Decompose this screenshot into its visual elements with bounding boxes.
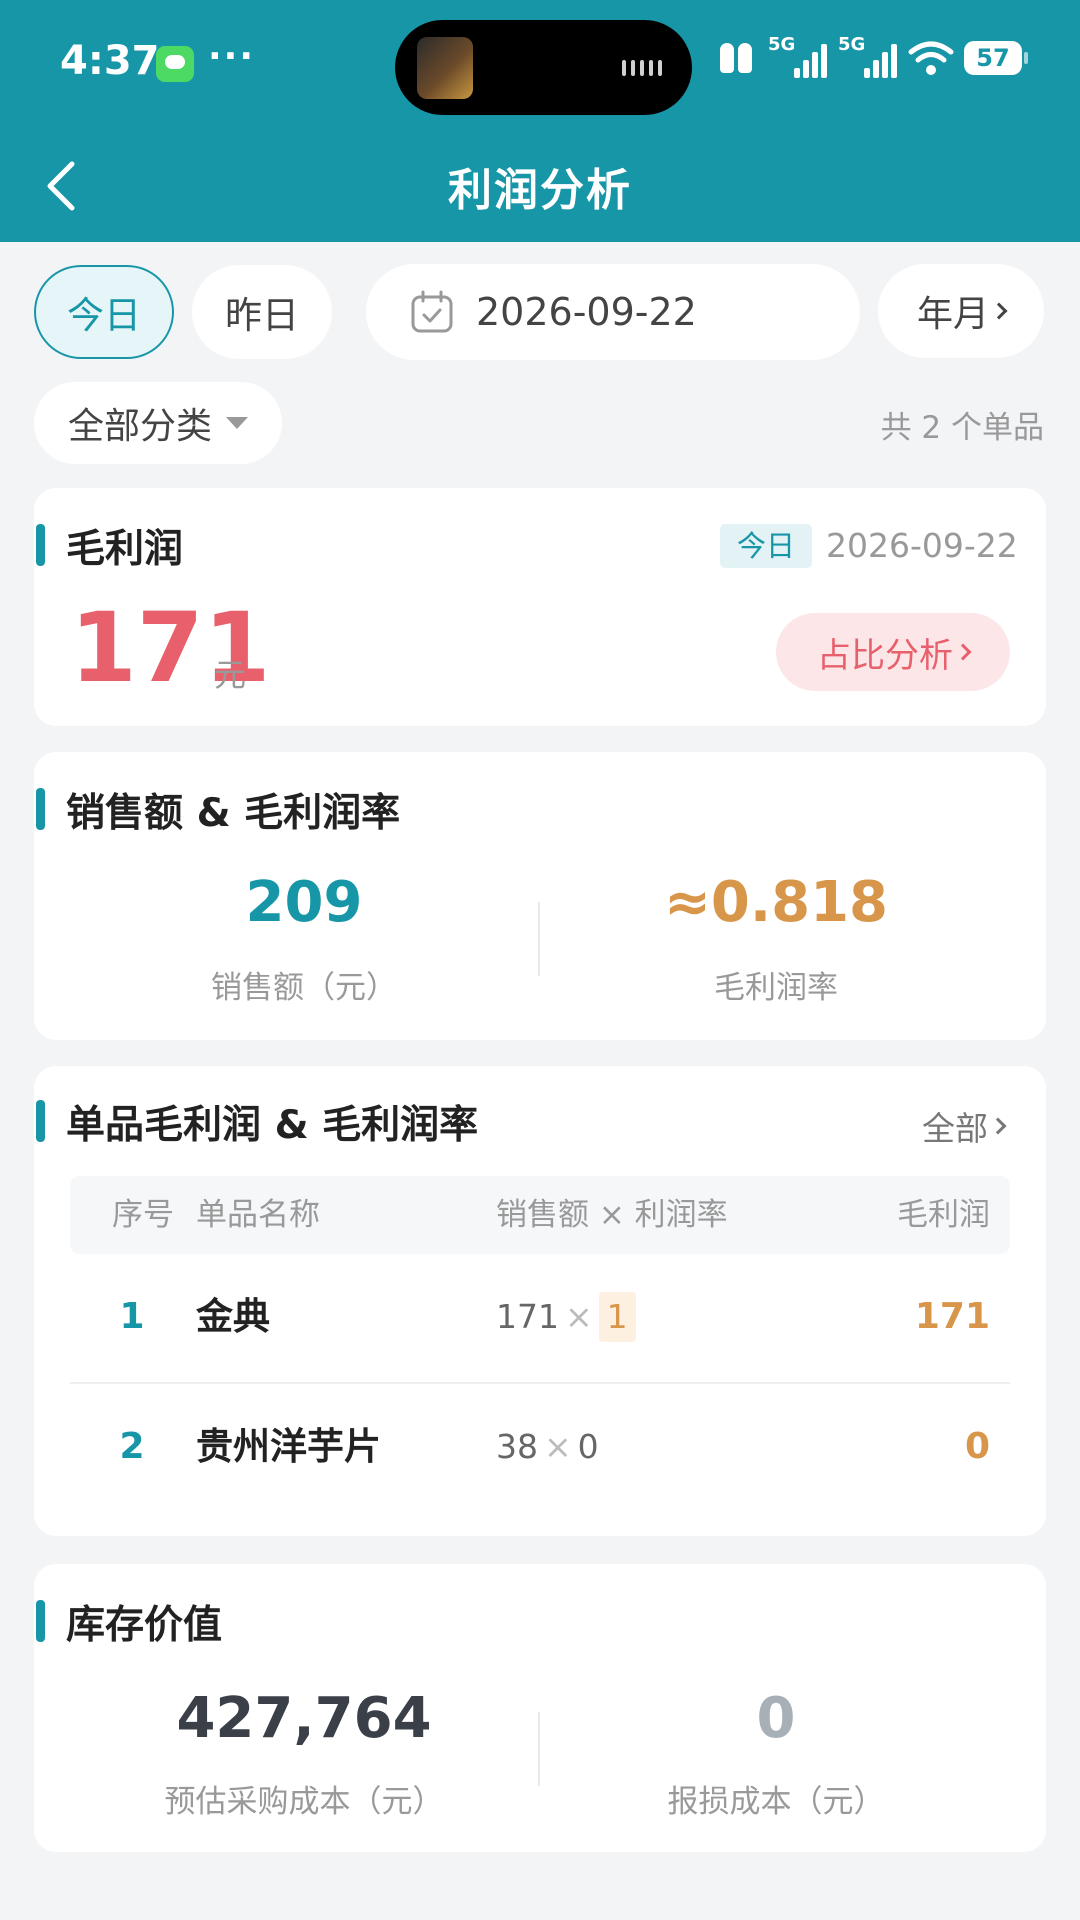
wifi-icon bbox=[908, 38, 954, 78]
calendar-icon bbox=[411, 290, 453, 333]
header-calc: 销售额 × 利润率 bbox=[496, 1197, 728, 1233]
album-art-icon bbox=[417, 37, 473, 99]
signal-2-icon: 5G bbox=[838, 34, 898, 80]
header-name: 单品名称 bbox=[196, 1197, 320, 1233]
chevron-right-icon bbox=[954, 643, 972, 661]
header-profit: 毛利润 bbox=[897, 1197, 990, 1233]
year-month-label: 年月 bbox=[916, 294, 989, 335]
row-calc: 38 × 0 bbox=[496, 1427, 599, 1466]
gross-profit-date: 2026-09-22 bbox=[826, 526, 1018, 565]
chevron-right-icon bbox=[989, 1117, 1007, 1135]
category-dropdown[interactable]: 全部分类 bbox=[34, 382, 282, 464]
ratio-analysis-button[interactable]: 占比分析 bbox=[776, 613, 1010, 691]
battery-icon: 57 bbox=[964, 41, 1028, 75]
margin-value: ≈0.818 bbox=[663, 870, 889, 935]
status-bar: 4:37 ··· 5G 5G 57 bbox=[0, 0, 1080, 130]
more-dots-icon: ··· bbox=[208, 36, 256, 77]
earbuds-icon bbox=[714, 39, 758, 77]
page-title: 利润分析 bbox=[448, 165, 632, 216]
row-calc: 171 × 1 bbox=[496, 1254, 636, 1380]
audio-wave-icon bbox=[622, 60, 662, 76]
item-count: 共 2 个单品 bbox=[880, 410, 1044, 446]
chevron-right-icon bbox=[990, 302, 1008, 320]
sales-label: 销售额（元） bbox=[211, 970, 397, 1006]
loss-cost-value: 0 bbox=[756, 1686, 796, 1751]
status-time: 4:37 bbox=[60, 38, 160, 84]
yesterday-tab[interactable]: 昨日 bbox=[192, 265, 332, 359]
table-row[interactable]: 1 金典 171 × 1 171 bbox=[70, 1254, 1010, 1380]
gross-profit-unit: 元 bbox=[214, 656, 247, 694]
view-all-link[interactable]: 全部 bbox=[922, 1102, 1007, 1150]
sales-value: 209 bbox=[245, 870, 363, 935]
purchase-cost-label: 预估采购成本（元） bbox=[164, 1784, 444, 1820]
date-value: 2026-09-22 bbox=[476, 290, 697, 334]
row-index: 2 bbox=[119, 1426, 145, 1467]
year-month-button[interactable]: 年月 bbox=[878, 264, 1044, 358]
row-name: 金典 bbox=[196, 1295, 270, 1338]
row-profit: 171 bbox=[914, 1296, 990, 1337]
items-title: 单品毛利润 & 毛利润率 bbox=[36, 1094, 478, 1150]
signal-1-icon: 5G bbox=[768, 34, 828, 80]
row-index: 1 bbox=[119, 1296, 145, 1337]
row-profit: 0 bbox=[964, 1426, 990, 1467]
loss-cost-label: 报损成本（元） bbox=[667, 1784, 885, 1820]
inventory-title: 库存价值 bbox=[36, 1594, 222, 1650]
status-icons: 5G 5G 57 bbox=[714, 34, 1028, 80]
view-all-label: 全部 bbox=[922, 1109, 988, 1148]
purchase-cost-value: 427,764 bbox=[176, 1686, 432, 1751]
date-picker[interactable]: 2026-09-22 bbox=[366, 264, 860, 360]
table-header: 序号 单品名称 销售额 × 利润率 毛利润 bbox=[70, 1176, 1010, 1254]
ratio-analysis-label: 占比分析 bbox=[817, 635, 953, 676]
header-bar: 4:37 ··· 5G 5G 57 利润分析 bbox=[0, 0, 1080, 242]
period-badge: 今日 bbox=[720, 524, 812, 568]
gross-profit-title: 毛利润 bbox=[36, 518, 183, 574]
caret-down-icon bbox=[226, 417, 248, 429]
table-row[interactable]: 2 贵州洋芋片 38 × 0 0 bbox=[70, 1384, 1010, 1510]
nav-bar: 利润分析 bbox=[0, 130, 1080, 242]
today-tab[interactable]: 今日 bbox=[34, 265, 174, 359]
message-icon bbox=[156, 46, 194, 82]
margin-label: 毛利润率 bbox=[714, 970, 838, 1006]
category-label: 全部分类 bbox=[67, 406, 212, 447]
sales-margin-title: 销售额 & 毛利润率 bbox=[36, 782, 400, 838]
row-name: 贵州洋芋片 bbox=[196, 1425, 381, 1468]
header-index: 序号 bbox=[112, 1197, 174, 1233]
dynamic-island[interactable] bbox=[395, 20, 692, 115]
